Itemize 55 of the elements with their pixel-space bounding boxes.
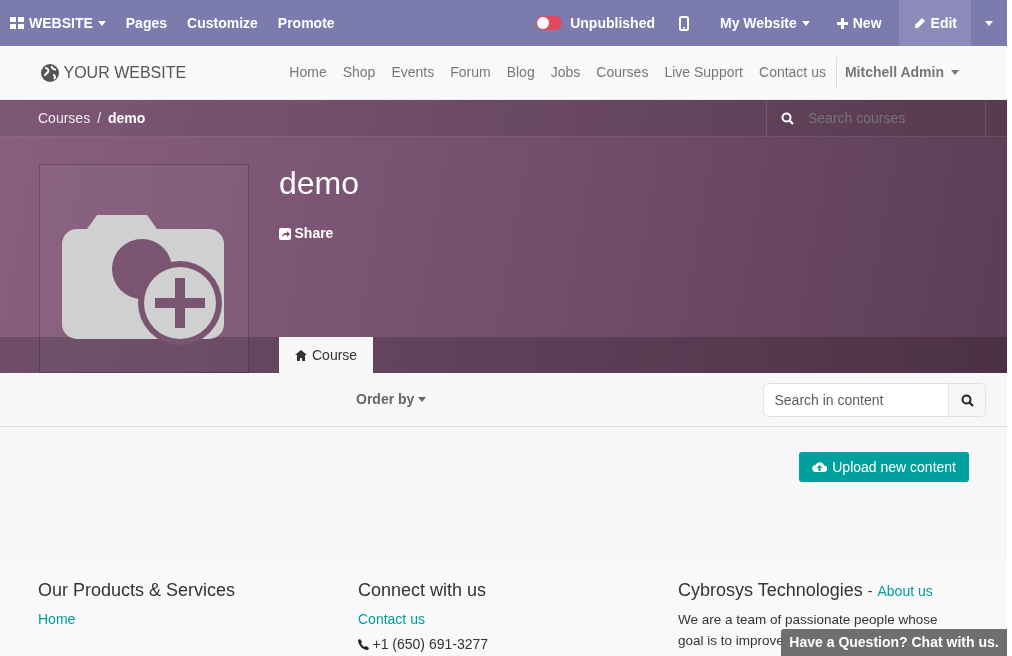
caret-icon	[801, 20, 810, 26]
nav-link[interactable]: Forum	[442, 62, 499, 83]
caret-icon	[951, 70, 959, 75]
plus-icon	[836, 17, 848, 29]
user-menu[interactable]: Mitchell Admin	[836, 62, 967, 83]
admin-menu-item[interactable]: Customize	[177, 0, 268, 46]
order-by-dropdown[interactable]: Order by	[350, 388, 432, 411]
footer-link[interactable]: Contact us	[358, 611, 425, 627]
search-input[interactable]: Search in content	[763, 382, 949, 417]
admin-menu-item[interactable]: Promote	[267, 0, 345, 46]
breadcrumb-separator: /	[97, 108, 102, 128]
website-switcher[interactable]: My Website	[710, 0, 820, 46]
upload-button[interactable]: Upload new content	[799, 452, 969, 482]
title-separator: -	[867, 583, 873, 599]
phone-icon	[679, 15, 689, 31]
course-tab[interactable]: Course	[279, 337, 374, 373]
admin-menu-item[interactable]: Pages	[115, 0, 178, 46]
publish-toggle[interactable]: Unpublished	[525, 0, 665, 46]
nav-link[interactable]: Shop	[334, 62, 384, 83]
footer-link[interactable]: Home	[38, 611, 76, 627]
footer-heading: Our Products & Services	[38, 580, 236, 600]
caret-icon	[97, 20, 106, 26]
app-menu[interactable]: WEBSITE	[0, 0, 116, 46]
cloud-upload-icon	[812, 461, 828, 473]
footer-heading: Connect with us	[358, 580, 487, 600]
nav-link[interactable]: Contact us	[751, 62, 834, 83]
caret-icon	[985, 20, 993, 26]
chat-button[interactable]: Have a Question? Chat with us.	[781, 629, 1007, 656]
footer-heading: Cybrosys Technologies	[678, 580, 863, 600]
about-text-line: We are a team of passionate people whose	[678, 612, 938, 627]
nav-link[interactable]: Live Support	[656, 62, 751, 83]
home-icon	[295, 349, 307, 361]
logo[interactable]: YOUR WEBSITE	[40, 60, 187, 85]
search-button[interactable]	[948, 382, 986, 417]
caret-icon	[417, 397, 426, 402]
phone-icon	[358, 638, 369, 650]
nav-link[interactable]: Events	[383, 62, 443, 83]
course-title: demo	[279, 164, 360, 203]
share-link[interactable]: Share	[279, 223, 334, 244]
breadcrumb-link[interactable]: Courses	[38, 107, 91, 129]
nav-link[interactable]: Courses	[588, 62, 657, 83]
footer-link[interactable]: About us	[877, 583, 933, 599]
share-icon	[279, 227, 291, 240]
grid-icon	[10, 17, 24, 29]
new-button[interactable]: New	[826, 0, 892, 46]
nav-link[interactable]: Home	[281, 62, 335, 83]
breadcrumb-current: demo	[108, 108, 146, 128]
pencil-icon	[912, 16, 926, 30]
phone-number: +1 (650) 691-3277	[372, 634, 489, 654]
globe-icon	[40, 62, 60, 83]
search-icon	[781, 111, 794, 125]
nav-link[interactable]: Jobs	[542, 62, 589, 83]
search-icon	[960, 393, 974, 407]
nav-link[interactable]: Blog	[498, 62, 543, 83]
edit-button[interactable]: Edit	[898, 0, 971, 46]
